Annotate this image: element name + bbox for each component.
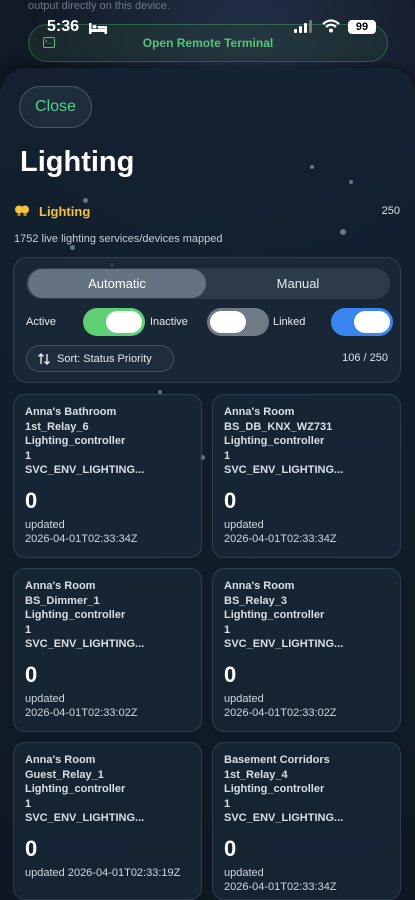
status-bar: 5:36 99	[0, 16, 415, 42]
status-time: 5:36	[47, 18, 80, 35]
tab-automatic[interactable]: Automatic	[28, 269, 206, 298]
battery-indicator: 99	[348, 20, 376, 34]
card-updated-label: updated	[25, 692, 65, 705]
card-timestamp: 2026-04-01T02:33:19Z	[67, 866, 181, 879]
card-device-type: Lighting_controller	[25, 435, 126, 447]
toggle-label-inactive: Inactive	[150, 316, 188, 328]
decorative-dot	[349, 180, 353, 184]
card-timestamp: 2026-04-01T02:33:02Z	[25, 706, 138, 719]
page-title: Lighting	[20, 146, 135, 178]
toggle-knob	[106, 311, 142, 333]
mode-segmented-control: Automatic Manual	[26, 268, 390, 299]
card-updated-label: updated	[224, 692, 264, 705]
section-count: 250	[381, 205, 400, 217]
filter-panel: Automatic Manual Active Inactive Linked …	[13, 257, 401, 383]
card-updated-label: updated	[224, 518, 264, 531]
card-channel: 1	[25, 623, 32, 636]
card-updated-label: updated	[25, 866, 65, 879]
linked-toggle[interactable]	[331, 308, 393, 336]
close-button[interactable]: Close	[19, 86, 92, 128]
card-channel: 1	[25, 449, 32, 462]
card-device-type: Lighting_controller	[25, 783, 126, 795]
card-value: 0	[224, 835, 237, 861]
card-service: SVC_ENV_LIGHTING...	[224, 464, 344, 476]
card-device-type: Lighting_controller	[25, 609, 126, 621]
card-location: Anna's Room	[25, 754, 96, 766]
card-service: SVC_ENV_LIGHTING...	[25, 638, 145, 650]
toggle-knob	[354, 311, 390, 333]
card-device-type: Lighting_controller	[224, 783, 325, 795]
card-service: SVC_ENV_LIGHTING...	[224, 812, 344, 824]
card-value: 0	[224, 661, 237, 687]
cellular-signal-icon	[294, 20, 312, 33]
toggle-label-active: Active	[26, 316, 56, 328]
background-hint-text: output directly on this device.	[28, 0, 170, 12]
card-channel: 1	[25, 797, 32, 810]
card-location: Anna's Room	[224, 406, 295, 418]
device-card[interactable]: Anna's Bathroom 1st_Relay_6 Lighting_con…	[13, 394, 202, 558]
sort-button[interactable]: Sort: Status Priority	[26, 345, 174, 372]
card-service: SVC_ENV_LIGHTING...	[25, 464, 145, 476]
result-count: 106 / 250	[342, 352, 388, 364]
section-subtitle: 1752 live lighting services/devices mapp…	[14, 233, 223, 245]
card-timestamp: 2026-04-01T02:33:34Z	[224, 880, 337, 893]
card-device-name: 1st_Relay_4	[224, 768, 288, 781]
toggle-knob	[210, 311, 246, 333]
card-timestamp: 2026-04-01T02:33:34Z	[224, 532, 337, 545]
card-service: SVC_ENV_LIGHTING...	[224, 638, 344, 650]
card-updated: updated 2026-04-01T02:33:19Z	[25, 866, 190, 880]
card-device-name: BS_Dimmer_1	[25, 594, 100, 607]
card-device-type: Lighting_controller	[224, 435, 325, 447]
card-channel: 1	[224, 623, 231, 636]
card-channel: 1	[224, 449, 231, 462]
decorative-dot	[340, 229, 346, 235]
card-location: Basement Corridors	[224, 754, 330, 766]
sort-arrows-icon	[38, 353, 50, 365]
device-card[interactable]: Anna's Room BS_DB_KNX_WZ731 Lighting_con…	[212, 394, 401, 558]
tab-manual[interactable]: Manual	[208, 269, 388, 298]
card-timestamp: 2026-04-01T02:33:02Z	[224, 706, 337, 719]
card-device-type: Lighting_controller	[224, 609, 325, 621]
card-device-name: Guest_Relay_1	[25, 768, 104, 781]
active-toggle[interactable]	[83, 308, 145, 336]
card-location: Anna's Bathroom	[25, 406, 117, 418]
section-header: Lighting 250	[14, 203, 402, 223]
device-card[interactable]: Anna's Room BS_Relay_3 Lighting_controll…	[212, 568, 401, 732]
decorative-dot	[310, 165, 314, 169]
card-updated-label: updated	[224, 866, 264, 879]
card-location: Anna's Room	[224, 580, 295, 592]
card-service: SVC_ENV_LIGHTING...	[25, 812, 145, 824]
toggle-label-linked: Linked	[273, 316, 306, 328]
card-value: 0	[25, 835, 38, 861]
card-location: Anna's Room	[25, 580, 96, 592]
card-device-name: BS_DB_KNX_WZ731	[224, 420, 333, 433]
device-card[interactable]: Anna's Room Guest_Relay_1 Lighting_contr…	[13, 742, 202, 900]
card-device-name: BS_Relay_3	[224, 594, 287, 607]
sort-label: Sort: Status Priority	[57, 352, 152, 365]
card-device-name: 1st_Relay_6	[25, 420, 89, 433]
device-card[interactable]: Basement Corridors 1st_Relay_4 Lighting_…	[212, 742, 401, 900]
card-timestamp: 2026-04-01T02:33:34Z	[25, 532, 138, 545]
wifi-icon	[322, 19, 340, 33]
card-channel: 1	[224, 797, 231, 810]
device-card[interactable]: Anna's Room BS_Dimmer_1 Lighting_control…	[13, 568, 202, 732]
card-updated-label: updated	[25, 518, 65, 531]
section-label: Lighting	[39, 204, 91, 219]
card-value: 0	[25, 487, 38, 513]
inactive-toggle[interactable]	[207, 308, 269, 336]
card-value: 0	[224, 487, 237, 513]
sleep-focus-icon	[89, 23, 107, 34]
decorative-dot	[70, 245, 75, 250]
lightbulb-icon	[15, 205, 29, 216]
card-value: 0	[25, 661, 38, 687]
